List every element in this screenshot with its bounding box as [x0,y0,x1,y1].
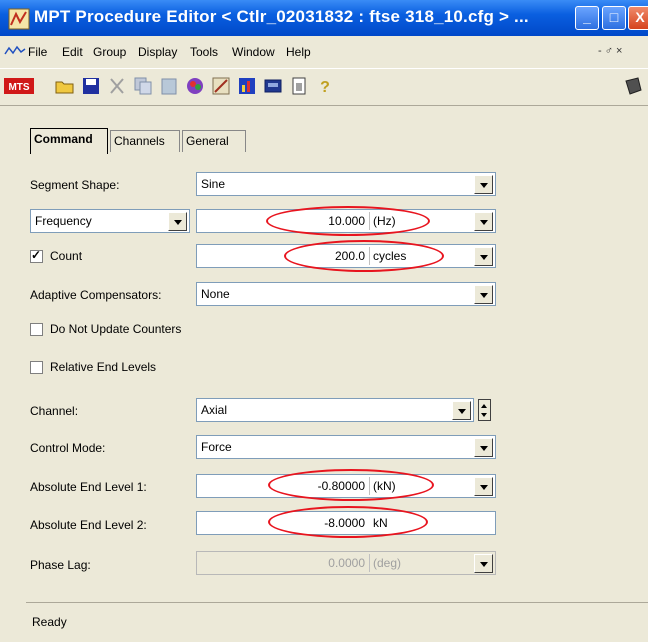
app-icon [8,8,30,30]
do-not-update-counters-checkbox[interactable] [30,323,43,336]
device-icon[interactable] [622,75,644,97]
chevron-down-icon [474,554,493,573]
status-text: Ready [32,615,67,629]
toolbar: MTS ? [0,68,648,106]
relative-end-levels-label: Relative End Levels [50,360,157,374]
menu-group[interactable]: Group [93,45,126,59]
end-level-2-label: Absolute End Level 2: [30,518,147,532]
annotation-ellipse [268,506,428,538]
paste-icon[interactable] [158,75,180,97]
tab-command[interactable]: Command [30,128,108,154]
procedure-editor-window: MPT Procedure Editor < Ctlr_02031832 : f… [0,0,648,642]
copy-icon[interactable] [132,75,154,97]
adaptive-compensators-value: None [201,287,230,301]
phase-lag-unit: (deg) [373,556,402,570]
close-button[interactable]: X [628,6,648,30]
print-icon[interactable] [262,75,284,97]
adaptive-compensators-label: Adaptive Compensators: [30,288,162,302]
control-mode-select[interactable]: Force [196,435,496,459]
menu-tools[interactable]: Tools [190,45,218,59]
menu-file[interactable]: File [28,45,47,59]
annotation-ellipse [266,206,430,236]
unit-divider [369,554,370,572]
spin-down-icon[interactable] [481,413,487,417]
help-icon[interactable]: ? [314,75,336,97]
end-level-1-label: Absolute End Level 1: [30,480,147,494]
segment-shape-label: Segment Shape: [30,178,120,192]
status-bar: Ready [26,602,648,637]
menu-help[interactable]: Help [286,45,311,59]
channel-value: Axial [201,403,228,417]
chevron-down-icon[interactable] [474,247,493,266]
menu-bar: File Edit Group Display Tools Window Hel… [0,36,648,68]
open-folder-icon[interactable] [54,75,76,97]
document-icon[interactable] [4,44,26,58]
menu-edit[interactable]: Edit [62,45,83,59]
frequency-mode-select[interactable]: Frequency [30,209,190,233]
color-wheel-icon[interactable] [184,75,206,97]
maximize-icon: □ [609,9,619,25]
cut-icon[interactable] [106,75,128,97]
minimize-button[interactable]: _ [575,6,599,30]
title-bar[interactable]: MPT Procedure Editor < Ctlr_02031832 : f… [0,0,648,36]
spin-up-icon[interactable] [481,404,487,408]
settings-icon[interactable] [210,75,232,97]
chart-icon[interactable] [236,75,258,97]
chevron-down-icon[interactable] [452,401,471,420]
phase-lag-value: 0.0000 [328,556,365,570]
save-icon[interactable] [80,75,102,97]
minimize-icon: _ [583,9,591,25]
channel-select[interactable]: Axial [196,398,474,422]
close-icon: X [635,9,645,25]
svg-text:MTS: MTS [8,82,29,93]
chevron-down-icon[interactable] [474,175,493,194]
menu-display[interactable]: Display [138,45,177,59]
tab-strip: Command Channels General [0,128,648,156]
mdi-controls[interactable]: - ♂ × [598,45,622,57]
channel-label: Channel: [30,404,79,418]
do-not-update-counters-label: Do Not Update Counters [50,322,182,336]
chevron-down-icon[interactable] [474,477,493,496]
control-mode-value: Force [201,440,232,454]
control-mode-label: Control Mode: [30,441,106,455]
phase-lag-label: Phase Lag: [30,558,91,572]
segment-shape-value: Sine [201,177,226,191]
count-label: Count [50,249,83,263]
menu-window[interactable]: Window [232,45,275,59]
svg-text:?: ? [320,79,330,96]
annotation-ellipse [284,240,444,272]
mts-logo-icon: MTS [4,78,34,94]
channel-spinner[interactable] [478,399,491,421]
tab-channels[interactable]: Channels [110,130,180,152]
phase-lag-field: 0.0000 (deg) [196,551,496,575]
chevron-down-icon[interactable] [474,212,493,231]
tab-general[interactable]: General [182,130,246,152]
maximize-button[interactable]: □ [602,6,626,30]
document-properties-icon[interactable] [288,75,310,97]
count-checkbox[interactable]: ✓ [30,248,43,263]
frequency-mode-value: Frequency [35,214,92,228]
checkmark-icon: ✓ [31,248,42,262]
chevron-down-icon[interactable] [474,438,493,457]
relative-end-levels-checkbox[interactable] [30,361,43,374]
chevron-down-icon[interactable] [474,285,493,304]
adaptive-compensators-select[interactable]: None [196,282,496,306]
window-title: MPT Procedure Editor < Ctlr_02031832 : f… [34,7,529,26]
segment-shape-select[interactable]: Sine [196,172,496,196]
annotation-ellipse [268,469,434,501]
chevron-down-icon[interactable] [168,212,187,231]
